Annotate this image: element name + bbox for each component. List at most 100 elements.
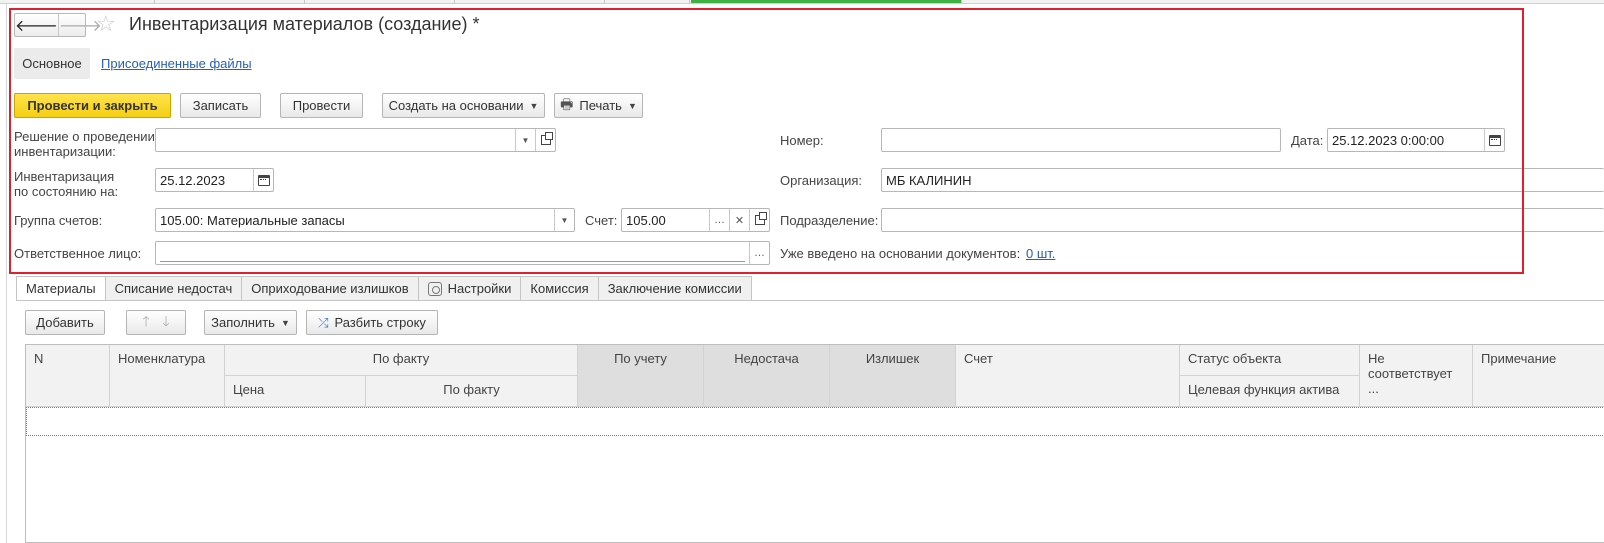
tab-label: Материалы [26, 281, 96, 296]
state-date-value: 25.12.2023 [160, 172, 226, 188]
col-header-n[interactable]: N [26, 345, 110, 407]
calendar-icon[interactable] [1484, 129, 1504, 151]
open-icon[interactable] [535, 129, 555, 151]
col-header-fact[interactable]: По факту [366, 376, 578, 407]
col-header-price[interactable]: Цена [225, 376, 366, 407]
organization-value: МБ КАЛИНИН [886, 172, 972, 188]
account-group-field[interactable]: 105.00: Материальные запасы ▼ [155, 208, 575, 232]
active-window-tab[interactable] [691, 0, 961, 3]
split-row-label: Разбить строку [334, 315, 426, 330]
subdivision-field[interactable] [881, 208, 1604, 232]
state-date-field[interactable]: 25.12.2023 [155, 168, 274, 192]
tab-settings[interactable]: Настройки [418, 276, 522, 301]
post-button[interactable]: Провести [280, 93, 363, 118]
col-header-target-function[interactable]: Целевая функция актива [1180, 376, 1360, 407]
tab-divider-line [16, 300, 1604, 301]
chevron-down-icon[interactable]: ▼ [554, 209, 574, 231]
organization-field[interactable]: МБ КАЛИНИН [881, 168, 1604, 192]
clear-icon[interactable]: ✕ [729, 209, 749, 231]
window-tab[interactable] [155, 0, 305, 4]
col-header-not-matches[interactable]: Не соответствует ... [1360, 345, 1473, 407]
select-ellipsis-icon[interactable]: … [709, 209, 729, 231]
tab-label: Заключение комиссии [607, 281, 742, 296]
based-docs-label: Уже введено на основании документов: [780, 246, 1021, 261]
split-icon: ⤮ [318, 314, 329, 330]
star-icon[interactable]: ☆ [96, 12, 116, 36]
print-label: Печать [579, 98, 622, 113]
arrow-left-icon[interactable]: 🡐 [15, 14, 59, 36]
caret-down-icon: ▼ [529, 100, 539, 111]
based-docs-link[interactable]: 0 шт. [1026, 246, 1055, 261]
left-border [6, 4, 7, 543]
materials-table: N Номенклатура По факту Цена По факту По… [25, 344, 1604, 543]
table-row[interactable] [26, 407, 1604, 436]
add-button[interactable]: Добавить [25, 310, 105, 335]
col-header-shortage[interactable]: Недостача [704, 345, 830, 407]
post-and-close-label: Провести и закрыть [27, 98, 158, 113]
account-group-value: 105.00: Материальные запасы [160, 212, 345, 228]
print-button[interactable]: 🖶 Печать ▼ [554, 93, 643, 118]
number-field[interactable] [881, 128, 1281, 152]
tab-label: Настройки [447, 281, 512, 296]
required-underline [160, 261, 745, 262]
split-row-button[interactable]: ⤮ Разбить строку [306, 310, 438, 335]
tab-label: Комиссия [530, 281, 589, 296]
tab-materials[interactable]: Материалы [16, 276, 106, 301]
move-buttons: 🡑 🡓 [126, 310, 186, 335]
subtab-main[interactable]: Основное [14, 48, 90, 79]
account-field[interactable]: 105.00 … ✕ [621, 208, 770, 232]
decision-label: Решение о проведении инвентаризации: [14, 129, 155, 159]
window-tab-strip [0, 0, 1604, 4]
date-value: 25.12.2023 0:00:00 [1332, 132, 1445, 148]
caret-down-icon: ▼ [280, 317, 290, 328]
window-tab[interactable] [305, 0, 455, 4]
window-tab[interactable] [455, 0, 605, 4]
arrow-up-icon[interactable]: 🡑 [136, 311, 156, 335]
post-and-close-button[interactable]: Провести и закрыть [14, 93, 171, 118]
tab-divider [961, 0, 962, 4]
col-header-fact-group[interactable]: По факту [225, 345, 578, 376]
chevron-down-icon[interactable]: ▼ [515, 129, 535, 151]
tab-commission-conclusion[interactable]: Заключение комиссии [598, 276, 752, 301]
tab-surplus-receipt[interactable]: Оприходование излишков [242, 276, 419, 301]
tab-label: Списание недостач [114, 281, 233, 296]
subtab-attached-files[interactable]: Присоединенные файлы [101, 56, 252, 71]
document-tabs: Материалы Списание недостач Оприходовани… [16, 276, 752, 301]
gear-icon [427, 281, 442, 296]
caret-down-icon: ▼ [627, 100, 637, 111]
col-header-status[interactable]: Статус объекта [1180, 345, 1360, 376]
tab-label: Оприходование излишков [251, 281, 409, 296]
tab-commission[interactable]: Комиссия [521, 276, 599, 301]
date-label: Дата: [1291, 133, 1324, 148]
add-label: Добавить [36, 315, 94, 330]
tab-shortage-writeoff[interactable]: Списание недостач [105, 276, 243, 301]
fill-button[interactable]: Заполнить ▼ [204, 310, 297, 335]
number-label: Номер: [780, 133, 824, 148]
organization-label: Организация: [780, 173, 863, 188]
responsible-label: Ответственное лицо: [14, 246, 142, 261]
responsible-field[interactable]: … [155, 241, 770, 265]
post-label: Провести [292, 98, 351, 113]
open-icon[interactable] [749, 209, 769, 231]
date-field[interactable]: 25.12.2023 0:00:00 [1327, 128, 1505, 152]
window-tab[interactable] [0, 0, 155, 4]
col-header-note[interactable]: Примечание [1473, 345, 1604, 407]
window-tab[interactable] [605, 0, 690, 4]
create-based-on-button[interactable]: Создать на основании ▼ [382, 93, 545, 118]
select-ellipsis-icon[interactable]: … [749, 242, 769, 264]
calendar-icon[interactable] [253, 169, 273, 191]
account-group-label: Группа счетов: [14, 213, 103, 228]
account-label: Счет: [585, 213, 618, 228]
create-based-on-label: Создать на основании [388, 98, 524, 113]
page-title: Инвентаризация материалов (создание) * [129, 14, 480, 34]
col-header-accounting[interactable]: По учету [578, 345, 704, 407]
col-header-nomenclature[interactable]: Номенклатура [110, 345, 225, 407]
arrow-down-icon[interactable]: 🡓 [156, 311, 176, 335]
col-header-account[interactable]: Счет [956, 345, 1180, 407]
decision-field[interactable]: ▼ [155, 128, 556, 152]
account-value: 105.00 [626, 212, 666, 228]
col-header-surplus[interactable]: Излишек [830, 345, 956, 407]
navigation-buttons: 🡐 🡒 [14, 13, 102, 37]
save-button[interactable]: Записать [180, 93, 261, 118]
subdivision-label: Подразделение: [780, 213, 879, 228]
